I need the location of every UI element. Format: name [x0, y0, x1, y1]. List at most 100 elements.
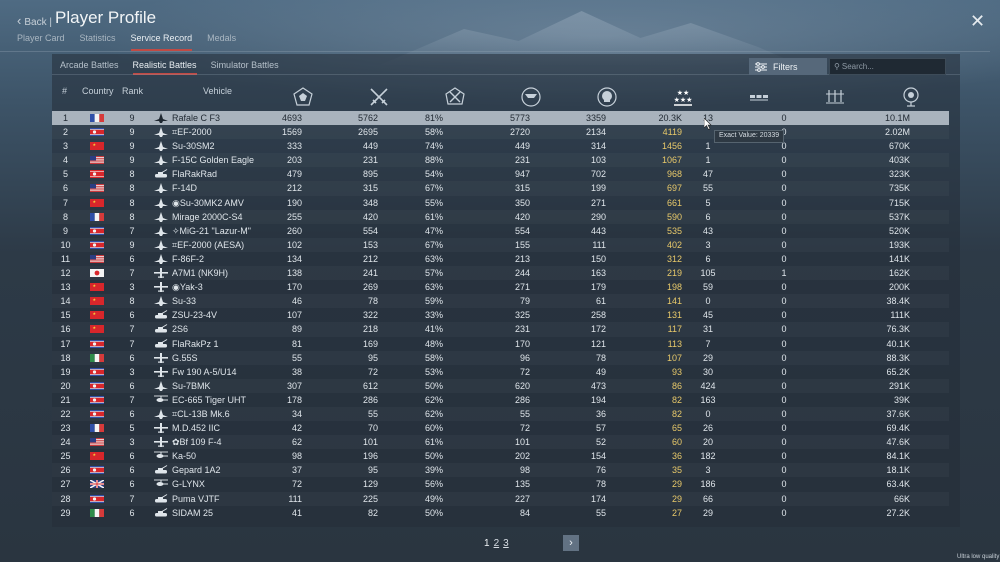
stat-cell: 59%	[424, 296, 443, 307]
stat-cell: 135	[514, 479, 530, 490]
next-page-button[interactable]: ›	[563, 535, 579, 551]
tab-simulator-battles[interactable]: Simulator Battles	[211, 60, 279, 75]
table-row[interactable]: 9 7 ✧MiG-21 "Lazur-M" 260 554 47% 554 443 535 43 0…	[52, 224, 949, 238]
row-rank: 8	[129, 169, 135, 180]
table-row[interactable]: 7 ★ 8 ◉Su-30MK2 AMV 190 348 55% 350 271 661 5 0 715K	[52, 196, 949, 210]
stat-cell: 141K	[888, 253, 910, 264]
page-3[interactable]: 3	[503, 538, 509, 549]
back-button[interactable]: ‹ Back |	[17, 13, 52, 28]
stat-cell: 424	[700, 380, 716, 391]
stat-cell: 312	[666, 253, 682, 264]
row-number: 29	[60, 507, 71, 518]
flag-north-korea-icon	[90, 128, 104, 137]
table-row[interactable]: 29⌗EF-20001569269558%27202134411902.02M	[52, 125, 949, 139]
flag-france-icon	[90, 212, 104, 221]
stat-cell: 0	[781, 310, 787, 321]
stat-cell: 0	[781, 296, 787, 307]
table-row[interactable]: 17 7 FlaRakPz 1 81 169 48% 170 121 113 7 0 40.1K	[52, 337, 949, 351]
table-row[interactable]: 19 3 Fw 190 A-5/U14 38 72 53% 72 49 93 30 0 65.2K	[52, 365, 949, 379]
page-1[interactable]: 1	[484, 538, 490, 549]
table-row[interactable]: 11 6 F-86F-2 134 212 63% 213 150 312 6 0 141K	[52, 252, 949, 266]
table-row[interactable]: 3 ★ 9 Su-30SM2 333 449 74% 449 314 1456 1 0 670K	[52, 139, 949, 153]
stat-cell: 0	[781, 113, 787, 123]
table-row[interactable]: 24 3 ✿Bf 109 F-4 62 101 61% 101 52 60 20 0 47.6K	[52, 435, 949, 449]
stat-cell: 231	[514, 155, 530, 166]
col-rank[interactable]: Rank	[122, 86, 143, 108]
victories-icon[interactable]	[444, 86, 466, 108]
battles-icon[interactable]	[292, 86, 314, 108]
table-row[interactable]: 1 9 Rafale C F3 4693 5762 81% 5773 3359 20.3K 13 0…	[52, 111, 949, 126]
table-row[interactable]: 8 8 Mirage 2000C-S4 255 420 61% 420 290 590 6 0 537…	[52, 210, 949, 224]
stat-cell: 0	[705, 296, 711, 307]
stat-cell: 231	[514, 324, 530, 335]
tab-statistics[interactable]: Statistics	[80, 33, 116, 51]
table-row[interactable]: 28 7 Puma VJTF 111 225 49% 227 174 29 66 0 66K	[52, 492, 949, 506]
table-row[interactable]: 26 6 Gepard 1A2 37 95 39% 98 76 35 3 0 18.1K	[52, 463, 949, 477]
stat-cell: 212	[362, 253, 378, 264]
stat-cell: 554	[362, 225, 378, 236]
stat-cell: 213	[514, 253, 530, 264]
tab-realistic-battles[interactable]: Realistic Battles	[132, 60, 197, 75]
stat-cell: 520K	[888, 225, 910, 236]
tab-player-card[interactable]: Player Card	[17, 33, 65, 51]
table-row[interactable]: 23 5 M.D.452 IIC 42 70 60% 72 57 65 26 0 69.4K	[52, 421, 949, 435]
stat-cell: 67%	[424, 239, 443, 250]
tab-medals[interactable]: Medals	[207, 33, 236, 51]
stat-cell: 203	[286, 155, 302, 166]
table-row[interactable]: 16 ★ 7 2S6 89 218 41% 231 172 117 31 0 76.3K	[52, 322, 949, 336]
col-country[interactable]: Country	[82, 86, 114, 108]
table-row[interactable]: 25 ★ 6 Ka-50 98 196 50% 202 154 36 182 0 84.1K	[52, 449, 949, 463]
stat-cell: 141	[666, 296, 682, 307]
air-kills-icon[interactable]	[824, 86, 846, 108]
stat-cell: 153	[362, 239, 378, 250]
ground-kills-icon[interactable]	[748, 86, 770, 108]
jet-icon	[154, 296, 168, 307]
stat-cell: 0	[781, 380, 787, 391]
table-row[interactable]: 4 9 F-15C Golden Eagle 203 231 88% 231 103 1067 1…	[52, 153, 949, 167]
table-row[interactable]: 12 7 A7M1 (NK9H) 138 241 57% 244 163 219 105 1 162K	[52, 266, 949, 280]
respawns-icon[interactable]	[368, 86, 390, 108]
table-row[interactable]: 6 8 F-14D 212 315 67% 315 199 697 55 0 735K	[52, 181, 949, 195]
stat-cell: 29	[702, 352, 713, 363]
row-number: 28	[60, 493, 71, 504]
table-row[interactable]: 10 9 ⌗EF-2000 (AESA) 102 153 67% 155 111 402 3 0 19…	[52, 238, 949, 252]
tab-arcade-battles[interactable]: Arcade Battles	[60, 60, 119, 75]
table-row[interactable]: 21 7 EC-665 Tiger UHT 178 286 62% 286 194 82 163 0…	[52, 393, 949, 407]
table-row[interactable]: 5 8 FlaRakRad 479 895 54% 947 702 968 47 0 323K	[52, 167, 949, 181]
flag-usa-icon	[90, 156, 104, 165]
search-input[interactable]: ⚲ Search...	[829, 58, 946, 75]
row-number: 14	[60, 296, 71, 307]
stat-cell[interactable]: 20.3K	[642, 113, 682, 123]
filters-button[interactable]: Filters	[749, 58, 827, 75]
table-row[interactable]: 22 6 ⌗CL-13B Mk.6 34 55 62% 55 36 82 0 0 37.6K	[52, 407, 949, 421]
stat-cell: 0	[781, 465, 787, 476]
stat-cell: 241	[362, 268, 378, 279]
table-row[interactable]: 27 6 G-LYNX 72 129 56% 135 78 29 186 0 63.4K	[52, 477, 949, 491]
stat-cell: 49	[595, 366, 606, 377]
deaths-icon[interactable]	[596, 86, 618, 108]
stat-cell: 33%	[424, 310, 443, 321]
table-row[interactable]: 18 6 G.55S 55 95 58% 96 78 107 29 0 88.3K	[52, 351, 949, 365]
page-2[interactable]: 2	[494, 538, 500, 549]
col-vehicle[interactable]: Vehicle	[203, 86, 232, 108]
table-row[interactable]: 15 ★ 6 ZSU-23-4V 107 322 33% 325 258 131 45 0 111K	[52, 308, 949, 322]
row-rank: 3	[129, 282, 135, 293]
tab-service-record[interactable]: Service Record	[130, 33, 193, 51]
table-row[interactable]: 14 ★ 8 Su-33 46 78 59% 79 61 141 0 0 38.4K	[52, 294, 949, 308]
row-number: 24	[60, 437, 71, 448]
heli-icon	[154, 451, 168, 459]
score-icon[interactable]	[900, 86, 922, 108]
stat-cell: 20	[702, 437, 713, 448]
stat-cell: 65.2K	[886, 366, 910, 377]
stat-cell: 84	[519, 507, 530, 518]
table-row[interactable]: 13 ★ 3 ◉Yak-3 170 269 63% 271 179 198 59 0 200K	[52, 280, 949, 294]
rank-stars-icon[interactable]: ★★ ★★★	[672, 86, 694, 108]
close-icon[interactable]: ✕	[970, 11, 985, 32]
table-row[interactable]: 20 6 Su-7BMK 307 612 50% 620 473 86 424 0 291K	[52, 379, 949, 393]
stat-cell: 5773	[509, 113, 530, 123]
stat-cell: 219	[666, 268, 682, 279]
missions-icon[interactable]	[520, 86, 542, 108]
stat-cell: 29	[702, 507, 713, 518]
flag-north-korea-icon	[90, 409, 104, 418]
table-row[interactable]: 29 6 SIDAM 25 41 82 50% 84 55 27 29 0 27.2K	[52, 506, 949, 520]
